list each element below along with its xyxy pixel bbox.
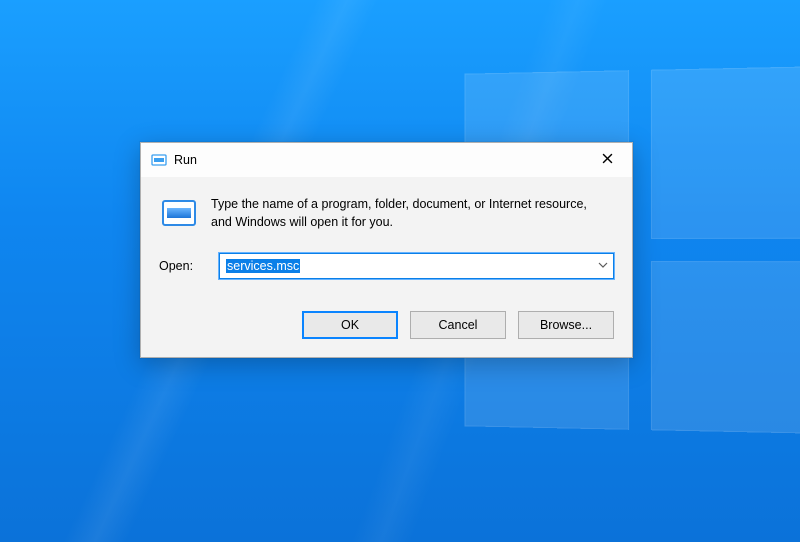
open-input-value[interactable]: services.msc <box>220 257 593 275</box>
dialog-button-row: OK Cancel Browse... <box>141 297 632 357</box>
close-icon <box>602 153 613 167</box>
run-titlebar-icon <box>151 152 167 168</box>
window-title: Run <box>174 153 197 167</box>
cancel-button[interactable]: Cancel <box>410 311 506 339</box>
chevron-down-icon <box>598 259 608 273</box>
ok-button[interactable]: OK <box>302 311 398 339</box>
close-button[interactable] <box>584 144 630 176</box>
open-combobox[interactable]: services.msc <box>219 253 614 279</box>
dialog-description: Type the name of a program, folder, docu… <box>211 195 591 231</box>
combobox-dropdown-button[interactable] <box>593 259 613 273</box>
dialog-body: Type the name of a program, folder, docu… <box>141 177 632 297</box>
browse-button[interactable]: Browse... <box>518 311 614 339</box>
run-dialog-icon <box>161 195 197 231</box>
desktop-background: Run <box>0 0 800 542</box>
open-label: Open: <box>159 259 201 273</box>
run-dialog: Run <box>140 142 633 358</box>
titlebar[interactable]: Run <box>141 143 632 177</box>
